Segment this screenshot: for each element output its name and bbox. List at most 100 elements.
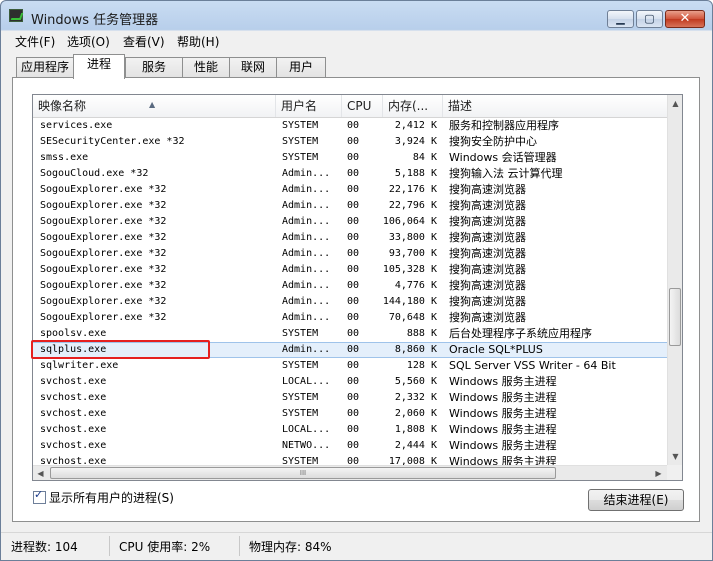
end-process-button[interactable]: 结束进程(E) xyxy=(588,489,684,511)
maximize-button[interactable]: ▢ xyxy=(636,10,663,28)
vertical-scroll-thumb[interactable] xyxy=(669,288,681,346)
cell-description: 搜狗高速浏览器 xyxy=(449,215,526,228)
window-title: Windows 任务管理器 xyxy=(31,13,159,28)
cell-memory: 70,648 K xyxy=(388,312,437,323)
horizontal-scrollbar[interactable]: ◀ III ▶ xyxy=(33,465,667,480)
cell-cpu: 00 xyxy=(347,392,360,403)
cell-memory: 2,332 K xyxy=(394,392,437,403)
sort-ascending-icon: ▲ xyxy=(149,100,156,109)
cell-user-name: SYSTEM xyxy=(282,456,319,465)
cell-description: Windows 服务主进程 xyxy=(449,391,557,404)
cell-user-name: Admin... xyxy=(282,264,331,275)
task-manager-window: Windows 任务管理器 ▁ ▢ ✕ 文件(F) 选项(O) 查看(V) 帮助… xyxy=(0,0,713,561)
column-image-name-label: 映像名称 xyxy=(38,99,87,113)
cell-image-name: svchost.exe xyxy=(40,408,107,419)
table-row[interactable]: svchost.exe LOCAL... 00 1,808 K Windows 服务主进… xyxy=(33,422,667,438)
cell-user-name: Admin... xyxy=(282,344,331,355)
cell-image-name: SogouExplorer.exe *32 xyxy=(40,280,167,291)
tab-performance[interactable]: 性能 xyxy=(182,57,230,77)
cell-description: Windows 会话管理器 xyxy=(449,151,557,164)
tab-networking[interactable]: 联网 xyxy=(229,57,277,77)
vertical-scrollbar[interactable]: ▲ ▼ xyxy=(667,95,682,465)
column-cpu[interactable]: CPU xyxy=(342,95,383,117)
scroll-down-icon[interactable]: ▼ xyxy=(668,448,682,465)
tab-users[interactable]: 用户 xyxy=(276,57,326,77)
cell-image-name: SogouCloud.exe *32 xyxy=(40,168,149,179)
cell-cpu: 00 xyxy=(347,360,360,371)
table-row[interactable]: SogouExplorer.exe *32 Admin... 00 106,064 K… xyxy=(33,214,667,230)
cell-memory: 5,560 K xyxy=(394,376,437,387)
table-row[interactable]: SogouExplorer.exe *32 Admin... 00 93,700 K 搜… xyxy=(33,246,667,262)
cell-image-name: svchost.exe xyxy=(40,424,107,435)
menu-view[interactable]: 查看(V) xyxy=(123,33,165,50)
cell-memory: 22,796 K xyxy=(388,200,437,211)
cell-description: 搜狗高速浏览器 xyxy=(449,263,526,276)
cell-user-name: SYSTEM xyxy=(282,120,319,131)
table-row[interactable]: sqlwriter.exe SYSTEM 00 128 K SQL Server VSS… xyxy=(33,358,667,374)
cell-cpu: 00 xyxy=(347,296,360,307)
column-memory[interactable]: 内存(... xyxy=(383,95,443,117)
cell-memory: 2,412 K xyxy=(394,120,437,131)
table-row[interactable]: svchost.exe NETWO... 00 2,444 K Windows 服务主进… xyxy=(33,438,667,454)
menu-options[interactable]: 选项(O) xyxy=(67,33,110,50)
tab-applications[interactable]: 应用程序 xyxy=(16,57,74,77)
cell-cpu: 00 xyxy=(347,216,360,227)
process-list[interactable]: 映像名称 ▲ 用户名 CPU 内存(... 描述 services.exe SYS… xyxy=(32,94,683,481)
cell-description: Windows 服务主进程 xyxy=(449,423,557,436)
tab-processes[interactable]: 进程 xyxy=(73,54,125,79)
cell-description: 搜狗高速浏览器 xyxy=(449,295,526,308)
menu-help[interactable]: 帮助(H) xyxy=(177,33,219,50)
cell-image-name: SogouExplorer.exe *32 xyxy=(40,312,167,323)
cell-memory: 4,776 K xyxy=(394,280,437,291)
scroll-left-icon[interactable]: ◀ xyxy=(33,465,48,480)
column-image-name[interactable]: 映像名称 ▲ xyxy=(33,95,276,117)
table-row[interactable]: svchost.exe LOCAL... 00 5,560 K Windows 服务主进… xyxy=(33,374,667,390)
cell-user-name: SYSTEM xyxy=(282,136,319,147)
show-all-users-label: 显示所有用户的进程(S) xyxy=(49,491,174,505)
table-row[interactable]: smss.exe SYSTEM 00 84 K Windows 会话管理器 xyxy=(33,150,667,166)
cell-memory: 22,176 K xyxy=(388,184,437,195)
menu-bar: 文件(F) 选项(O) 查看(V) 帮助(H) xyxy=(1,31,712,51)
table-row[interactable]: SogouExplorer.exe *32 Admin... 00 22,176 K 搜… xyxy=(33,182,667,198)
cell-cpu: 00 xyxy=(347,456,360,465)
show-all-users-option[interactable]: 显示所有用户的进程(S) xyxy=(33,488,174,506)
scroll-right-icon[interactable]: ▶ xyxy=(651,465,666,480)
cell-description: Oracle SQL*PLUS xyxy=(449,343,543,356)
table-row[interactable]: SogouExplorer.exe *32 Admin... 00 33,800 K 搜… xyxy=(33,230,667,246)
table-row[interactable]: services.exe SYSTEM 00 2,412 K 服务和控制器应用程序 xyxy=(33,118,667,134)
column-user-name[interactable]: 用户名 xyxy=(276,95,342,117)
menu-file[interactable]: 文件(F) xyxy=(15,33,55,50)
status-divider xyxy=(239,536,240,556)
cell-cpu: 00 xyxy=(347,120,360,131)
cell-description: SQL Server VSS Writer - 64 Bit xyxy=(449,359,616,372)
status-physical-memory: 物理内存: 84% xyxy=(249,540,332,554)
cell-user-name: Admin... xyxy=(282,200,331,211)
horizontal-scroll-thumb[interactable]: III xyxy=(50,467,556,479)
cell-image-name: smss.exe xyxy=(40,152,89,163)
column-description[interactable]: 描述 xyxy=(443,95,682,117)
cell-user-name: Admin... xyxy=(282,184,331,195)
table-row[interactable]: SogouExplorer.exe *32 Admin... 00 4,776 K 搜狗… xyxy=(33,278,667,294)
table-row[interactable]: svchost.exe SYSTEM 00 17,008 K Windows 服务主进程 xyxy=(33,454,667,465)
table-row[interactable]: svchost.exe SYSTEM 00 2,332 K Windows 服务主进程 xyxy=(33,390,667,406)
table-row[interactable]: SESecurityCenter.exe *32 SYSTEM 00 3,924 K 搜… xyxy=(33,134,667,150)
table-row[interactable]: SogouExplorer.exe *32 Admin... 00 105,328 K… xyxy=(33,262,667,278)
close-button[interactable]: ✕ xyxy=(665,10,705,28)
table-row[interactable]: svchost.exe SYSTEM 00 2,060 K Windows 服务主进程 xyxy=(33,406,667,422)
cell-cpu: 00 xyxy=(347,200,360,211)
show-all-users-checkbox[interactable] xyxy=(33,488,46,504)
cell-memory: 5,188 K xyxy=(394,168,437,179)
cell-image-name: services.exe xyxy=(40,120,113,131)
tab-services[interactable]: 服务 xyxy=(125,57,183,77)
table-row[interactable]: SogouCloud.exe *32 Admin... 00 5,188 K 搜狗输入法… xyxy=(33,166,667,182)
table-row[interactable]: SogouExplorer.exe *32 Admin... 00 70,648 K 搜… xyxy=(33,310,667,326)
status-bar: 进程数: 104 CPU 使用率: 2% 物理内存: 84% xyxy=(1,532,712,560)
table-row[interactable]: SogouExplorer.exe *32 Admin... 00 144,180 K… xyxy=(33,294,667,310)
scroll-up-icon[interactable]: ▲ xyxy=(668,95,682,112)
cell-image-name: SogouExplorer.exe *32 xyxy=(40,264,167,275)
table-row[interactable]: SogouExplorer.exe *32 Admin... 00 22,796 K 搜… xyxy=(33,198,667,214)
minimize-button[interactable]: ▁ xyxy=(607,10,634,28)
title-bar[interactable]: Windows 任务管理器 ▁ ▢ ✕ xyxy=(1,1,712,31)
cell-user-name: Admin... xyxy=(282,280,331,291)
cell-description: Windows 服务主进程 xyxy=(449,407,557,420)
